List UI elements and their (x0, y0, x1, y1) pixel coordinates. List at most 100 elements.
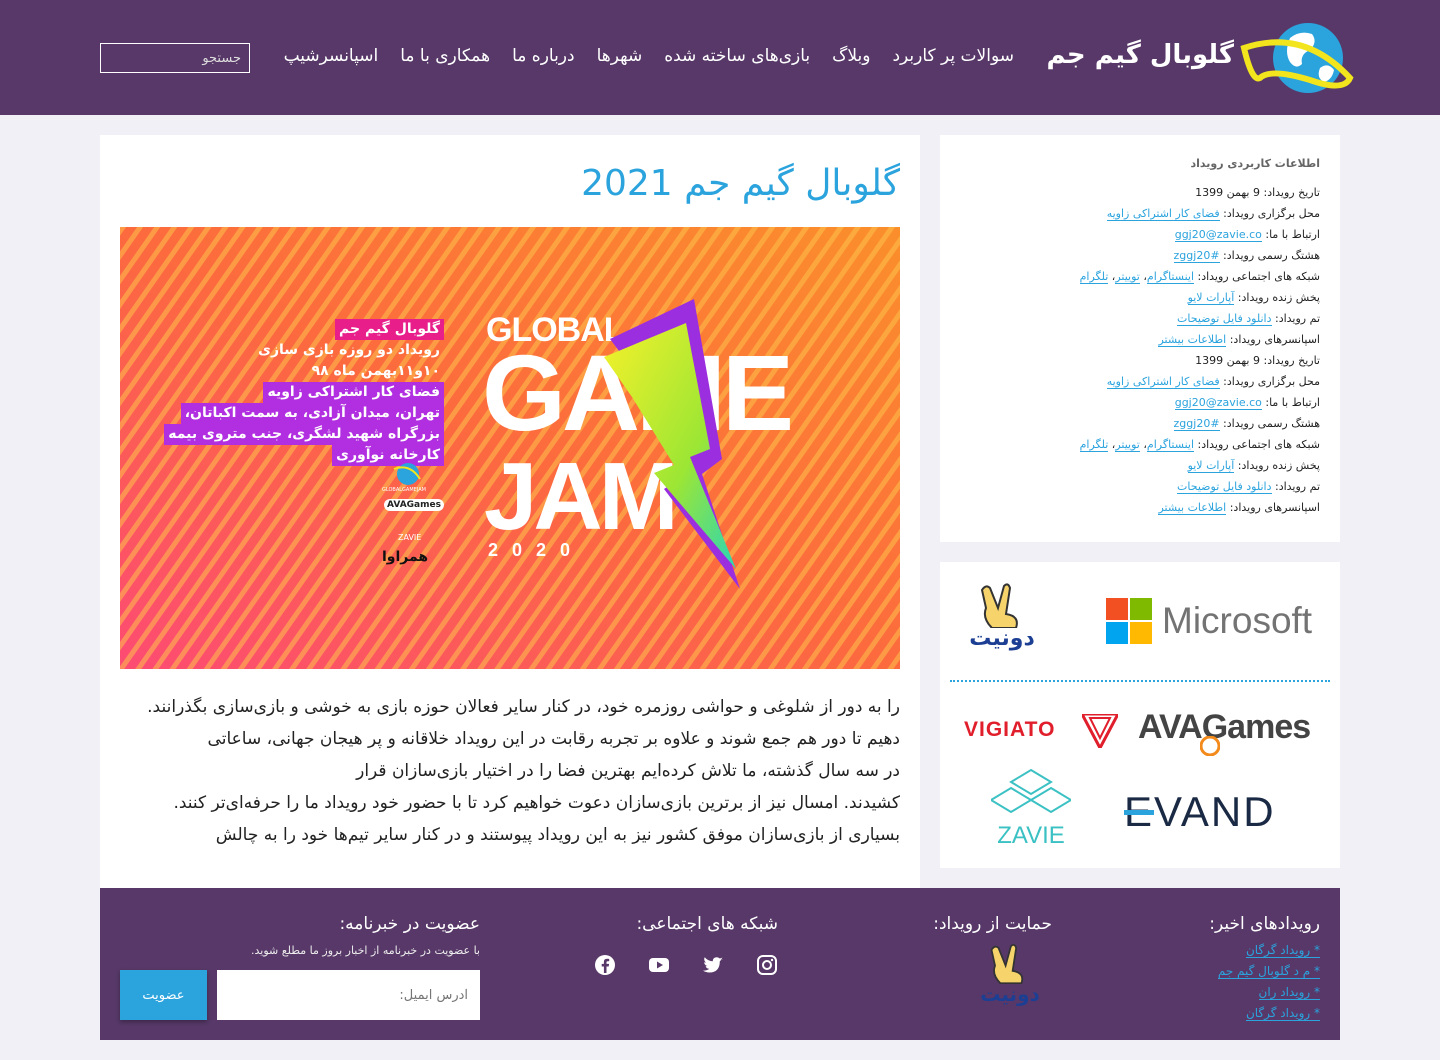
site-footer: رویدادهای اخیر: * رویداد گرگان * م د گلو… (100, 888, 1340, 1040)
globe-logo-icon[interactable] (1240, 18, 1354, 98)
banner-event-info: گلوبال گیم جم رویداد دو روزه بازی سازی ۱… (164, 319, 444, 466)
info-label: هشتگ رسمی رویداد: (1223, 249, 1320, 262)
newsletter-subscribe-button[interactable]: عضویت (120, 970, 207, 1020)
nav-blog[interactable]: وبلاگ (832, 46, 870, 66)
banner-logo-year: 2020 (488, 540, 585, 560)
info-label: شبکه های اجتماعی رویداد: (1197, 438, 1321, 451)
instagram-link[interactable]: اینستاگرام (1146, 270, 1194, 284)
vigiato-logo[interactable]: VIGIATO (962, 714, 1118, 748)
info-label: محل برگزاری رویداد: (1223, 375, 1320, 388)
zavie-logo[interactable]: ZAVIE (986, 768, 1076, 854)
mini-logo-hamrava: همراوا (382, 549, 429, 565)
recent-event-link[interactable]: * رویداد ران (1218, 982, 1320, 1003)
gamepad-icon (1200, 736, 1220, 756)
nav-sponsorship[interactable]: اسپانسرشیپ (284, 46, 379, 66)
microsoft-wordmark: Microsoft (1162, 600, 1313, 641)
theme-download-link[interactable]: دانلود فایل توضیحات (1177, 480, 1272, 494)
site-name[interactable]: گلوبال گیم جم (1047, 40, 1234, 70)
live-link[interactable]: آپارات لایو (1187, 459, 1235, 473)
newsletter-description: با عضویت در خبرنامه از اخبار بروز ما مطل… (251, 944, 480, 957)
twitter-link[interactable]: توییتر (1115, 270, 1140, 284)
victory-hand-icon (980, 583, 1018, 628)
nav-about[interactable]: درباره ما (512, 46, 575, 66)
support-title: حمایت از رویداد: (933, 914, 1052, 934)
avagames-logo[interactable]: AVAGames (1138, 702, 1322, 762)
banner-line: رویداد دو روزه بازی سازی (258, 342, 440, 358)
info-label: هشتگ رسمی رویداد: (1223, 417, 1320, 430)
microsoft-windows-icon (1106, 598, 1152, 644)
info-value: 9 بهمن 1399 (1195, 186, 1260, 199)
twitter-link[interactable]: توییتر (1115, 438, 1140, 452)
mini-globe-icon (393, 463, 421, 485)
event-info-card: اطلاعات کاربردی رویداد تاریخ رویداد: 9 ب… (940, 135, 1340, 542)
vigiato-wordmark: VIGIATO (964, 718, 1056, 741)
info-theme-row: تم رویداد: دانلود فایل توضیحات (960, 308, 1320, 329)
info-label: تم رویداد: (1275, 312, 1320, 325)
body-line: در سه سال گذشته، ما تلاش کرده‌ایم بهترین… (356, 761, 900, 781)
banner-line: فضای کار اشتراکی زاویه (263, 382, 444, 403)
nav-cooperate[interactable]: همکاری با ما (400, 46, 490, 66)
recent-event-link[interactable]: * رویداد گرگان (1218, 1003, 1320, 1024)
victory-hand-icon (990, 944, 1024, 984)
separator: ، (1139, 270, 1147, 283)
contact-email-link[interactable]: ggj20@zavie.co (1174, 228, 1262, 242)
venue-link[interactable]: فضای کار اشتراکی زاویه (1106, 207, 1220, 221)
info-contact-row: ارتباط با ما: ggj20@zavie.co (960, 224, 1320, 245)
avagames-wordmark: AVAGames (1138, 708, 1311, 746)
telegram-link[interactable]: تلگرام (1079, 270, 1109, 284)
body-line: بسیاری از بازی‌سازان موفق کشور نیز به ای… (215, 825, 900, 845)
info-label: تم رویداد: (1275, 480, 1320, 493)
twitter-icon[interactable] (702, 954, 724, 976)
hashtag-link[interactable]: #zggj20 (1173, 249, 1220, 263)
info-sponsors-row: اسپانسرهای رویداد: اطلاعات بیشتر (960, 497, 1320, 518)
info-label: شبکه های اجتماعی رویداد: (1197, 270, 1321, 283)
banner-line: گلوبال گیم جم (335, 319, 444, 340)
hashtag-link[interactable]: #zggj20 (1173, 417, 1220, 431)
recent-event-link[interactable]: * م د گلوبال گیم جم (1217, 961, 1320, 982)
site-header: گلوبال گیم جم سوالات پر کاربرد وبلاگ باز… (0, 0, 1440, 115)
sponsor-divider (950, 680, 1330, 682)
instagram-link[interactable]: اینستاگرام (1146, 438, 1194, 452)
nav-faq[interactable]: سوالات پر کاربرد (892, 46, 1014, 66)
donate-wordmark: دونیت (969, 626, 1035, 651)
sponsors-card: Microsoft دونیت AVAGames VIGIATO EVAND Z… (940, 562, 1340, 868)
support-donate-wordmark: دونیت (980, 982, 1040, 1006)
page-title: گلوبال گیم جم 2021 (581, 163, 900, 204)
live-link[interactable]: آپارات لایو (1187, 291, 1235, 305)
main-content: گلوبال گیم جم 2021 GLOBAL JAM 2020 گلوبا… (100, 135, 920, 890)
nav-games[interactable]: بازی‌های ساخته شده (664, 46, 810, 66)
info-label: تاریخ رویداد: (1263, 186, 1320, 199)
telegram-link[interactable]: تلگرام (1079, 438, 1109, 452)
support-donate-logo[interactable]: دونیت (970, 942, 1050, 1022)
sponsors-link[interactable]: اطلاعات بیشتر (1158, 333, 1227, 347)
separator: ، (1139, 438, 1147, 451)
evand-logo[interactable]: EVAND (1124, 788, 1320, 835)
nav-cities[interactable]: شهرها (597, 46, 643, 66)
contact-email-link[interactable]: ggj20@zavie.co (1174, 396, 1262, 410)
recent-events-list: * رویداد گرگان * م د گلوبال گیم جم * روی… (1217, 940, 1320, 1024)
venue-link[interactable]: فضای کار اشتراکی زاویه (1106, 375, 1220, 389)
microsoft-logo[interactable]: Microsoft (1106, 598, 1320, 646)
info-label: اسپانسرهای رویداد: (1229, 501, 1320, 514)
info-label: ارتباط با ما: (1265, 228, 1320, 241)
info-live-row: پخش زنده رویداد: آپارات لایو (960, 287, 1320, 308)
recent-event-link[interactable]: * رویداد گرگان (1218, 940, 1320, 961)
info-label: تاریخ رویداد: (1263, 354, 1320, 367)
sponsors-link[interactable]: اطلاعات بیشتر (1158, 501, 1227, 515)
lightning-bolt-icon (604, 299, 740, 589)
banner-line: تهران، میدان آزادی، به سمت اکباتان، (180, 403, 444, 424)
info-social-row: شبکه های اجتماعی رویداد: اینستاگرام، توی… (960, 266, 1320, 287)
mini-logo-avagames: AVAGames (384, 499, 444, 511)
donate-logo[interactable]: دونیت (962, 582, 1042, 662)
info-date-row: تاریخ رویداد: 9 بهمن 1399 (960, 182, 1320, 203)
newsletter-email-input[interactable] (217, 970, 480, 1020)
info-date-row: تاریخ رویداد: 9 بهمن 1399 (960, 350, 1320, 371)
social-links (594, 954, 778, 976)
youtube-icon[interactable] (648, 954, 670, 976)
search-input[interactable] (100, 43, 250, 73)
instagram-icon[interactable] (756, 954, 778, 976)
info-label: اسپانسرهای رویداد: (1229, 333, 1320, 346)
facebook-icon[interactable] (594, 954, 616, 976)
info-label: پخش زنده رویداد: (1237, 459, 1320, 472)
theme-download-link[interactable]: دانلود فایل توضیحات (1177, 312, 1272, 326)
